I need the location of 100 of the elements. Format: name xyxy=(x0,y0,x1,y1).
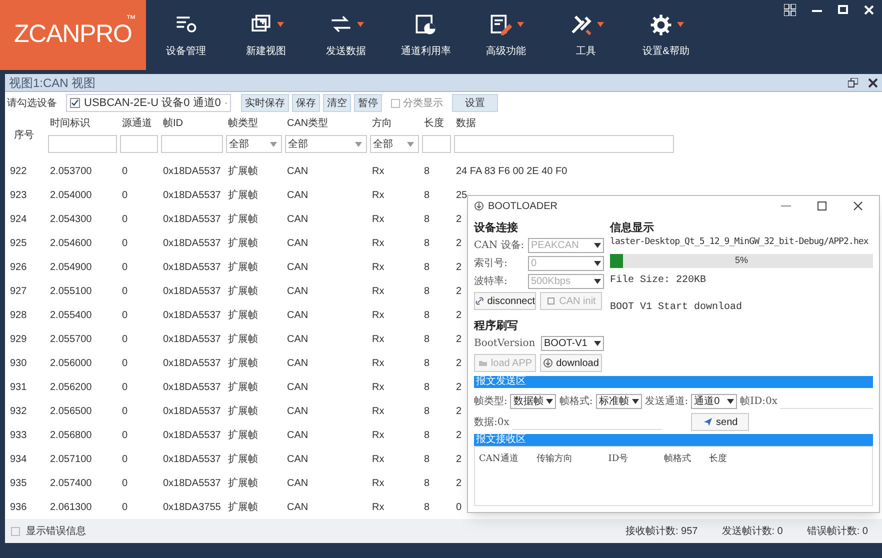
column-header: 数据 xyxy=(455,117,477,131)
table-cell-text: 8 xyxy=(423,284,430,298)
toolbar-button[interactable]: 工具 xyxy=(546,0,626,70)
dialog-button[interactable]: send xyxy=(691,413,750,431)
dialog-button[interactable]: disconnect xyxy=(474,292,536,310)
checkbox[interactable] xyxy=(391,98,400,108)
toolbar-button[interactable]: 高级功能 xyxy=(466,0,546,70)
toolbar-button[interactable]: 清空 xyxy=(323,94,351,112)
dropdown[interactable]: 通道0 xyxy=(691,394,738,408)
close-icon[interactable] xyxy=(853,201,863,211)
table-cell-text: Rx xyxy=(371,236,384,250)
table-cell-text: CAN xyxy=(286,164,308,178)
table-cell-text: 0 xyxy=(121,380,128,394)
table-cell-text: CAN xyxy=(286,452,308,466)
toolbar-button[interactable]: 通道利用率 xyxy=(386,0,466,70)
filter-select[interactable]: 全部 xyxy=(226,135,282,153)
table-cell-text: 2 xyxy=(455,476,462,490)
filter-field[interactable] xyxy=(48,135,117,153)
column-header: 时间标识 xyxy=(49,117,91,131)
caret-icon xyxy=(594,278,601,284)
table-cell-text: Rx xyxy=(371,188,384,202)
filter-field[interactable] xyxy=(454,135,674,153)
close-icon[interactable] xyxy=(868,78,878,88)
toolbar-button[interactable]: 发送数据 xyxy=(306,0,386,70)
table-cell-text: CAN xyxy=(286,404,308,418)
table-cell-text: 0x18DA5537 xyxy=(162,164,221,178)
maximize-icon[interactable] xyxy=(817,201,827,211)
column-header: 帧类型 xyxy=(227,117,259,131)
table-cell-text: 8 xyxy=(423,236,430,250)
status-count: 接收帧计数: 957 xyxy=(626,524,698,538)
table-cell-text: 8 xyxy=(423,380,430,394)
table-cell-text: 扩展帧 xyxy=(227,428,258,442)
table-cell-text: 0x18DA5537 xyxy=(162,332,221,346)
filter-field[interactable] xyxy=(422,135,451,153)
table-cell-text: 2.054600 xyxy=(49,236,92,250)
toolbar-button[interactable]: 设备管理 xyxy=(146,0,226,70)
toolbar-button[interactable]: 新建视图 xyxy=(226,0,306,70)
progress-text: 5% xyxy=(734,254,748,268)
column-header: CAN通道 xyxy=(479,453,518,466)
toolbar-button[interactable]: 设置&帮助 xyxy=(626,0,706,70)
field-label: 波特率: xyxy=(474,274,508,288)
maximize-icon[interactable] xyxy=(838,4,848,16)
toolbar-button[interactable]: 保存 xyxy=(292,94,320,112)
link-icon xyxy=(475,296,484,306)
dropdown[interactable]: 标准帧 xyxy=(596,394,642,408)
section-header: 报文接收区 xyxy=(474,434,873,446)
settings-button[interactable]: 设置 xyxy=(452,94,498,112)
table-cell-text: 2.056200 xyxy=(49,380,92,394)
dialog-title: BOOTLOADER xyxy=(488,200,558,214)
table-cell-text: CAN xyxy=(286,500,308,514)
device-select[interactable]: USBCAN-2E-U 设备0 通道0 xyxy=(66,94,231,112)
table-cell-text: 扩展帧 xyxy=(227,380,258,394)
caret-icon xyxy=(594,242,601,248)
dropdown[interactable]: 数据帧 xyxy=(510,394,556,408)
toolbar-button[interactable]: 暂停 xyxy=(354,94,382,112)
table-cell-text: 926 xyxy=(9,260,27,274)
table-cell-text: 2 xyxy=(455,308,462,322)
table-cell-text: Rx xyxy=(371,476,384,490)
dialog-button[interactable]: download xyxy=(540,354,602,372)
table-cell-text: 2 xyxy=(455,236,462,250)
caret-icon xyxy=(407,142,414,146)
filter-field[interactable] xyxy=(120,135,158,153)
table-cell-text: 930 xyxy=(9,356,27,370)
restore-icon[interactable] xyxy=(848,78,858,88)
table-cell-text: 0 xyxy=(121,428,128,442)
table-cell-text: CAN xyxy=(286,188,308,202)
field-label: CAN 设备: xyxy=(474,238,526,252)
table-cell-text: 扩展帧 xyxy=(227,284,258,298)
table-cell-text: 2 xyxy=(455,404,462,418)
table-cell-text: 8 xyxy=(423,332,430,346)
table-cell-text: 0 xyxy=(121,308,128,322)
grid-icon[interactable] xyxy=(784,4,796,16)
table-cell-text: 2.056500 xyxy=(49,404,92,418)
table-cell-text: 扩展帧 xyxy=(227,500,258,514)
table-cell-text: 0x18DA5537 xyxy=(162,212,221,226)
field-label: BootVersion xyxy=(474,336,536,350)
filter-select[interactable]: 全部 xyxy=(285,135,367,153)
column-header: CAN类型 xyxy=(286,117,330,131)
column-header: 源通道 xyxy=(121,117,153,131)
table-cell-text: 扩展帧 xyxy=(227,212,258,226)
filter-select[interactable]: 全部 xyxy=(370,135,419,153)
log-line: BOOT V1 Start download xyxy=(610,300,744,315)
table-cell-text: 扩展帧 xyxy=(227,332,258,346)
dropdown[interactable]: BOOT-V1 xyxy=(541,336,604,350)
column-header: 帧格式 xyxy=(664,453,692,466)
field-label: 帧ID:0x xyxy=(740,394,778,408)
table-cell-text: 8 xyxy=(423,308,430,322)
table-cell-text: 0x18DA5537 xyxy=(162,260,221,274)
table-cell-text: 8 xyxy=(423,500,430,514)
table-cell-text: 2 xyxy=(455,452,462,466)
table-cell-text: 0 xyxy=(121,260,128,274)
table-cell-text: 24 FA 83 F6 00 2E 40 F0 xyxy=(455,164,568,178)
section-header: 报文发送区 xyxy=(474,376,873,388)
toolbar-button[interactable]: 实时保存 xyxy=(241,94,289,112)
checkbox[interactable] xyxy=(11,526,20,536)
filter-field[interactable] xyxy=(161,135,223,153)
table-cell-text: 2.053700 xyxy=(49,164,92,178)
checkbox[interactable] xyxy=(70,98,80,108)
table-cell-text: 0x18DA5537 xyxy=(162,452,221,466)
table-cell-text: 2.055400 xyxy=(49,308,92,322)
